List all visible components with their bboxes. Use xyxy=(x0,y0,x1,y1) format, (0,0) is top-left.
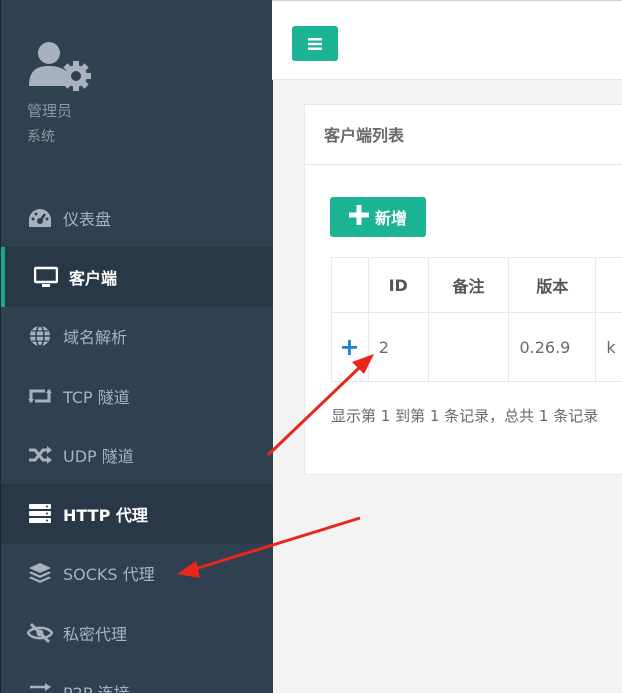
retweet-icon xyxy=(27,385,53,407)
dashboard-icon xyxy=(27,207,53,229)
sidebar: 管理员 系统 仪表盘 客户端 域名解析 TCP 隧道 UDP 隧道 HTTP 代… xyxy=(0,0,273,693)
sidebar-item-socks[interactable]: SOCKS 代理 xyxy=(1,544,273,603)
random-icon xyxy=(27,444,53,466)
layers-icon xyxy=(27,562,53,584)
client-list-panel: 客户端列表 新增 ID 备注 版本 + 2 0.26.9 k 显示第 1 到第 … xyxy=(304,104,622,475)
sidebar-item-label: 私密代理 xyxy=(63,624,128,644)
eye-slash-icon xyxy=(27,622,53,644)
sidebar-item-label: 仪表盘 xyxy=(63,209,112,229)
menu-toggle-button[interactable] xyxy=(292,26,338,61)
add-client-button[interactable]: 新增 xyxy=(330,197,426,237)
table-header-row: ID 备注 版本 xyxy=(331,257,622,313)
table-row: + 2 0.26.9 k xyxy=(331,312,622,382)
server-icon xyxy=(27,503,53,525)
topbar xyxy=(272,0,622,80)
profile: 管理员 系统 xyxy=(27,40,93,145)
sidebar-item-clients[interactable]: 客户端 xyxy=(1,247,273,307)
sidebar-item-label: UDP 隧道 xyxy=(63,446,134,466)
table-header-expand xyxy=(331,257,369,313)
table-header-remark[interactable]: 备注 xyxy=(427,257,510,313)
sidebar-item-private[interactable]: 私密代理 xyxy=(1,603,273,662)
monitor-icon xyxy=(33,266,59,288)
user-gear-icon xyxy=(27,40,93,92)
sidebar-item-label: HTTP 代理 xyxy=(63,506,148,526)
table-header-id[interactable]: ID xyxy=(367,257,429,313)
pagination-summary: 显示第 1 到第 1 条记录，总共 1 条记录 xyxy=(331,407,599,425)
hamburger-icon xyxy=(308,37,322,50)
cell-remark xyxy=(427,312,510,382)
add-button-label: 新增 xyxy=(374,209,407,228)
cell-extra: k xyxy=(595,312,622,382)
sidebar-nav: 仪表盘 客户端 域名解析 TCP 隧道 UDP 隧道 HTTP 代理 SOCKS… xyxy=(1,188,273,693)
profile-role: 系统 xyxy=(27,129,55,145)
table-header-extra[interactable] xyxy=(595,257,622,313)
sidebar-item-label: 客户端 xyxy=(69,268,118,288)
profile-name[interactable]: 管理员 xyxy=(27,100,72,121)
sidebar-item-label: 域名解析 xyxy=(63,328,128,348)
sidebar-item-tcp[interactable]: TCP 隧道 xyxy=(1,366,273,425)
sidebar-item-p2p[interactable]: P2P 连接 xyxy=(1,662,273,693)
client-table: ID 备注 版本 + 2 0.26.9 k xyxy=(331,257,622,382)
sidebar-item-label: SOCKS 代理 xyxy=(63,565,155,585)
sidebar-item-udp[interactable]: UDP 隧道 xyxy=(1,425,273,484)
plus-icon xyxy=(348,204,369,230)
expand-row-button[interactable]: + xyxy=(331,312,369,382)
cell-id: 2 xyxy=(367,312,429,382)
sidebar-item-label: TCP 隧道 xyxy=(63,387,130,407)
panel-title: 客户端列表 xyxy=(305,105,622,165)
globe-icon xyxy=(27,325,53,347)
table-header-version[interactable]: 版本 xyxy=(508,257,597,313)
sidebar-item-label: P2P 连接 xyxy=(63,680,130,693)
sidebar-item-http[interactable]: HTTP 代理 xyxy=(1,484,273,544)
sidebar-item-dns[interactable]: 域名解析 xyxy=(1,307,273,366)
exchange-icon xyxy=(27,681,53,693)
sidebar-item-dashboard[interactable]: 仪表盘 xyxy=(1,188,273,247)
cell-version: 0.26.9 xyxy=(508,312,597,382)
